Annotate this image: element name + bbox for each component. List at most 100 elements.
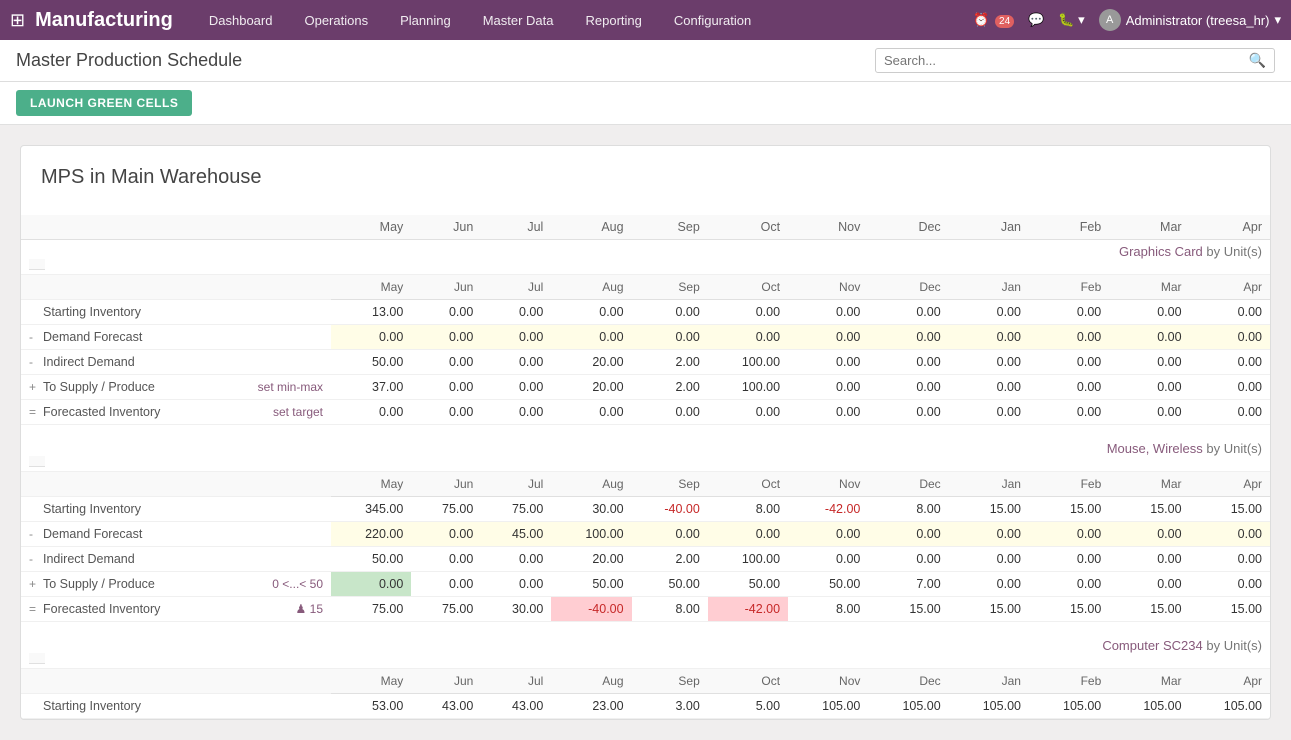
toolbar: LAUNCH GREEN CELLS	[0, 82, 1291, 125]
cell-value: 0.00	[949, 572, 1029, 597]
cell-value: 105.00	[949, 694, 1029, 719]
cell-value: 75.00	[331, 597, 411, 622]
sub-header-row: MayJunJulAugSepOctNovDecJanFebMarApr	[21, 669, 1270, 694]
sub-header-row: MayJunJulAugSepOctNovDecJanFebMarApr	[21, 275, 1270, 300]
cell-value: 0.00	[1109, 400, 1189, 425]
cell-value: 15.00	[949, 497, 1029, 522]
cell-value: 0.00	[1029, 375, 1109, 400]
table-row: + To Supply / Produceset min-max37.000.0…	[21, 375, 1270, 400]
cell-value: 0.00	[1190, 400, 1270, 425]
sub-col-jan: Jan	[949, 275, 1029, 300]
sub-col-dec: Dec	[868, 669, 948, 694]
cell-value: -42.00	[708, 597, 788, 622]
product-row: Computer SC234 by Unit(s)	[21, 622, 1270, 669]
cell-value: 0.00	[949, 522, 1029, 547]
row-label: = Forecasted Inventory	[21, 597, 241, 622]
nav-item-dashboard[interactable]: Dashboard	[203, 0, 279, 40]
cell-value: 0.00	[632, 325, 708, 350]
cell-value: 0.00	[1109, 547, 1189, 572]
cell-value: 0.00	[1109, 572, 1189, 597]
cell-value: 50.00	[331, 350, 411, 375]
search-bar[interactable]: 🔍	[875, 48, 1275, 73]
table-row: - Demand Forecast0.000.000.000.000.000.0…	[21, 325, 1270, 350]
row-action[interactable]: ♟ 15	[241, 597, 331, 622]
sub-col-jan: Jan	[949, 472, 1029, 497]
nav-item-operations[interactable]: Operations	[298, 0, 374, 40]
chat-icon[interactable]: 💬	[1028, 12, 1044, 28]
page-header: Master Production Schedule 🔍	[0, 40, 1291, 82]
cell-value: 0.00	[788, 325, 868, 350]
cell-value: 2.00	[632, 547, 708, 572]
col-header-sep: Sep	[632, 215, 708, 240]
product-row: Mouse, Wireless by Unit(s)	[21, 425, 1270, 472]
nav-item-reporting[interactable]: Reporting	[580, 0, 648, 40]
table-row: - Indirect Demand50.000.000.0020.002.001…	[21, 350, 1270, 375]
cell-value: 105.00	[1109, 694, 1189, 719]
row-label: - Demand Forecast	[21, 325, 241, 350]
product-unit: by Unit(s)	[1203, 244, 1262, 259]
nav-item-planning[interactable]: Planning	[394, 0, 457, 40]
cell-value: 0.00	[411, 522, 481, 547]
cell-value: 75.00	[411, 497, 481, 522]
cell-value: 0.00	[1190, 547, 1270, 572]
table-scroll-area[interactable]: MayJunJulAugSepOctNovDecJanFebMarApr Gra…	[21, 215, 1270, 719]
col-header-mar: Mar	[1109, 215, 1189, 240]
sub-col-oct: Oct	[708, 472, 788, 497]
cell-value: 100.00	[551, 522, 631, 547]
bug-icon[interactable]: 🐛 ▾	[1058, 12, 1084, 28]
cell-value: 220.00	[331, 522, 411, 547]
row-action	[241, 350, 331, 375]
cell-value: 100.00	[708, 547, 788, 572]
cell-value: 0.00	[1190, 350, 1270, 375]
cell-value: 7.00	[868, 572, 948, 597]
app-grid-icon[interactable]: ⊞	[10, 10, 25, 31]
cell-value: 0.00	[788, 300, 868, 325]
cell-value: -40.00	[551, 597, 631, 622]
search-input[interactable]	[884, 53, 1249, 68]
cell-value: 53.00	[331, 694, 411, 719]
cell-value: 0.00	[481, 547, 551, 572]
col-header-jun: Jun	[411, 215, 481, 240]
sub-col-jul: Jul	[481, 472, 551, 497]
product-name[interactable]: Mouse, Wireless	[1107, 441, 1203, 456]
nav-item-configuration[interactable]: Configuration	[668, 0, 757, 40]
cell-value: 0.00	[788, 400, 868, 425]
cell-value: 100.00	[708, 375, 788, 400]
cell-value: 0.00	[949, 400, 1029, 425]
cell-value: 105.00	[1190, 694, 1270, 719]
activity-icon[interactable]: ⏰ 24	[973, 12, 1014, 28]
product-name[interactable]: Computer SC234	[1102, 638, 1202, 653]
product-unit: by Unit(s)	[1203, 441, 1262, 456]
row-action[interactable]: set min-max	[241, 375, 331, 400]
cell-value: 0.00	[868, 300, 948, 325]
mps-table: MayJunJulAugSepOctNovDecJanFebMarApr Gra…	[21, 215, 1270, 719]
sub-header-action	[241, 669, 331, 694]
cell-value: 0.00	[411, 350, 481, 375]
cell-value: 0.00	[1029, 350, 1109, 375]
row-action[interactable]: set target	[241, 400, 331, 425]
user-dropdown-icon[interactable]: ▾	[1274, 12, 1281, 28]
cell-value: 0.00	[708, 400, 788, 425]
sub-col-sep: Sep	[632, 472, 708, 497]
cell-value: 0.00	[481, 572, 551, 597]
col-header-oct: Oct	[708, 215, 788, 240]
row-action[interactable]: 0 <...< 50	[241, 572, 331, 597]
cell-value: 0.00	[1029, 522, 1109, 547]
launch-green-cells-button[interactable]: LAUNCH GREEN CELLS	[16, 90, 192, 116]
col-header-aug: Aug	[551, 215, 631, 240]
cell-value: 15.00	[1029, 597, 1109, 622]
cell-value: 0.00	[708, 300, 788, 325]
cell-value: 0.00	[481, 400, 551, 425]
cell-value: 0.00	[1109, 300, 1189, 325]
cell-value: 105.00	[868, 694, 948, 719]
nav-item-master-data[interactable]: Master Data	[477, 0, 560, 40]
user-info[interactable]: A Administrator (treesa_hr) ▾	[1099, 9, 1281, 31]
sub-col-aug: Aug	[551, 275, 631, 300]
cell-value: 0.00	[1190, 572, 1270, 597]
sub-col-sep: Sep	[632, 275, 708, 300]
row-prefix: +	[29, 577, 43, 591]
user-label: Administrator (treesa_hr)	[1126, 13, 1270, 28]
cell-value: 0.00	[788, 350, 868, 375]
product-name[interactable]: Graphics Card	[1119, 244, 1203, 259]
cell-value: 0.00	[632, 300, 708, 325]
